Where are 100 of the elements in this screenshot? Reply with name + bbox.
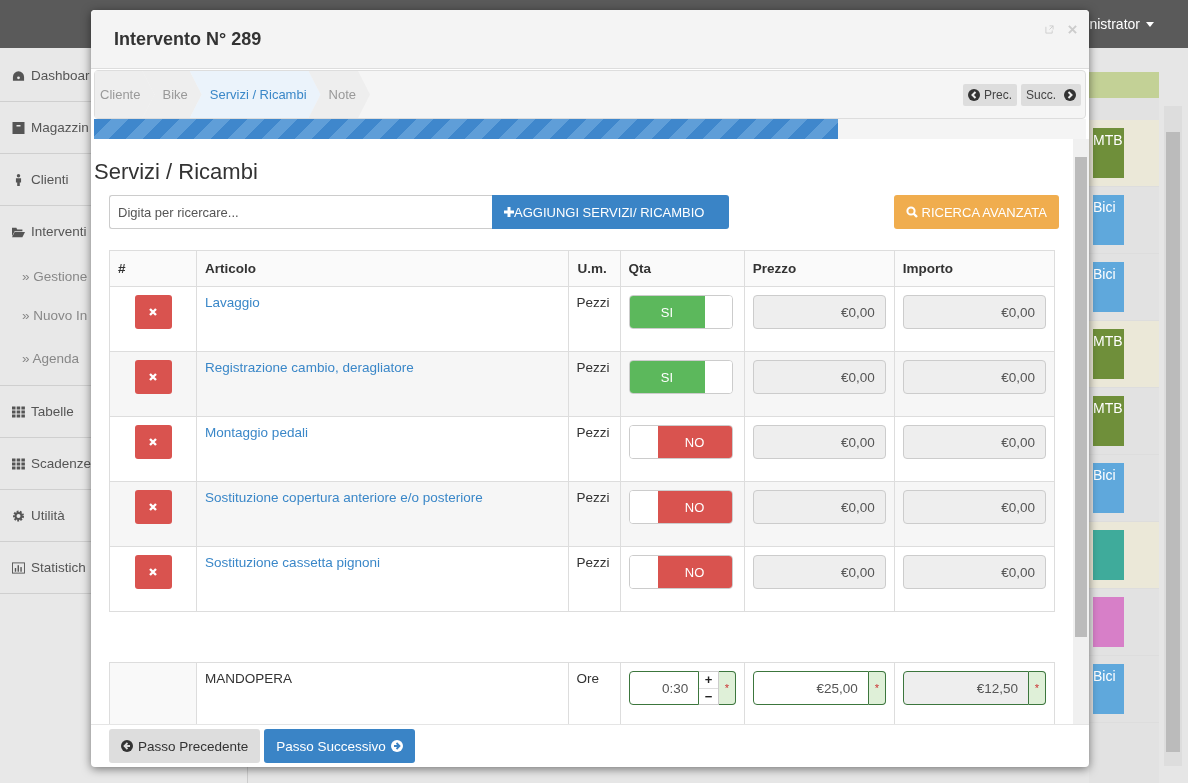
- price-field: €0,00: [752, 295, 886, 329]
- arrow-right-icon: [1064, 88, 1076, 101]
- scrollbar[interactable]: [1164, 106, 1182, 766]
- unit-text: Pezzi: [576, 360, 610, 375]
- price-field[interactable]: €25,00: [752, 671, 869, 705]
- category-tag: Bici: [1093, 463, 1124, 513]
- unit-text: Pezzi: [576, 425, 610, 440]
- sidebar-item[interactable]: Magazzin: [31, 120, 89, 135]
- previous-button[interactable]: Prec.: [962, 83, 1017, 106]
- sidebar-item[interactable]: Scadenze: [31, 456, 92, 471]
- list-row[interactable]: MTB: [1089, 120, 1159, 187]
- category-tag: MTB: [1093, 128, 1124, 178]
- arrow-left-icon: [121, 740, 133, 752]
- dashboard-icon: [12, 69, 25, 82]
- required-mark: *: [1029, 671, 1046, 705]
- price-field: €0,00: [752, 490, 886, 524]
- list-row[interactable]: Bici: [1089, 656, 1159, 723]
- amount-field: €0,00: [902, 490, 1046, 524]
- article-link[interactable]: Sostituzione copertura anteriore e/o posteriore: [205, 490, 483, 505]
- list-row[interactable]: Bici: [1089, 187, 1159, 254]
- delete-button[interactable]: [134, 360, 172, 394]
- sidebar-item[interactable]: Clienti: [31, 172, 69, 187]
- search-field[interactable]: Digita per ricercare...: [109, 195, 492, 229]
- toggle-switch[interactable]: SI: [628, 360, 733, 394]
- next-step-button[interactable]: Passo Successivo: [264, 729, 415, 763]
- unit-text: Pezzi: [576, 555, 610, 570]
- sidebar-item[interactable]: » Agenda: [22, 350, 80, 366]
- amount-field: €0,00: [902, 425, 1046, 459]
- external-link-icon[interactable]: [1045, 24, 1054, 34]
- close-icon[interactable]: [1068, 24, 1077, 34]
- toggle-switch[interactable]: NO: [628, 425, 733, 459]
- toggle-switch[interactable]: SI: [628, 295, 733, 329]
- delete-button[interactable]: [134, 490, 172, 524]
- category-tag: MTB: [1093, 396, 1124, 446]
- sidebar-item[interactable]: Statistich: [31, 560, 86, 575]
- list-row[interactable]: [1089, 522, 1159, 589]
- amount-field: €0,00: [902, 555, 1046, 589]
- column-header: Importo: [894, 250, 1055, 287]
- article-link[interactable]: Registrazione cambio, deragliatore: [205, 360, 414, 375]
- grid-icon: [12, 457, 25, 470]
- list-row[interactable]: Bici: [1089, 455, 1159, 522]
- dialog-title: Intervento N° 289: [114, 28, 263, 50]
- header-strip: [1089, 72, 1159, 98]
- amount-field: €12,50: [902, 671, 1029, 705]
- sidebar-item[interactable]: » Nuovo In: [22, 308, 88, 323]
- sidebar-item[interactable]: Dashboar: [31, 68, 90, 83]
- sidebar-item[interactable]: » Gestione: [22, 269, 88, 284]
- add-button[interactable]: AGGIUNGI SERVIZI/ RICAMBIO: [492, 195, 729, 229]
- plus-icon: [504, 207, 514, 217]
- close-icon: [148, 567, 159, 577]
- next-button[interactable]: Succ.: [1021, 83, 1081, 106]
- toggle-switch[interactable]: NO: [628, 555, 733, 589]
- price-field: €0,00: [752, 555, 886, 589]
- article-link[interactable]: Lavaggio: [205, 295, 260, 310]
- user-menu[interactable]: nistrator: [1089, 16, 1154, 32]
- grid-icon: [12, 405, 25, 418]
- list-row[interactable]: MTB: [1089, 321, 1159, 388]
- close-icon: [148, 372, 159, 382]
- amount-field: €0,00: [902, 360, 1046, 394]
- category-tag: Bici: [1093, 195, 1124, 245]
- price-field: €0,00: [752, 360, 886, 394]
- wizard-step[interactable]: Cliente: [95, 71, 155, 118]
- wizard-step[interactable]: Servizi / Ricambi: [189, 71, 321, 118]
- back-button[interactable]: Passo Precedente: [109, 729, 261, 763]
- amount-field: €0,00: [902, 295, 1046, 329]
- price-field: €0,00: [752, 425, 886, 459]
- caret-icon: [1146, 21, 1154, 27]
- scrollbar[interactable]: [1073, 139, 1089, 724]
- delete-button[interactable]: [134, 425, 172, 459]
- column-header: U.m.: [568, 250, 620, 287]
- sidebar-item[interactable]: Tabelle: [31, 404, 74, 419]
- category-tag: Bici: [1093, 664, 1124, 714]
- sidebar-item[interactable]: Interventi: [31, 224, 87, 239]
- list-row[interactable]: Bici: [1089, 254, 1159, 321]
- section-heading: Servizi / Ricambi: [94, 159, 259, 185]
- article-link[interactable]: Montaggio pedali: [205, 425, 308, 440]
- category-tag: MTB: [1093, 329, 1124, 379]
- unit-text: Pezzi: [576, 295, 610, 310]
- chart-icon: [12, 561, 25, 574]
- delete-button[interactable]: [134, 295, 172, 329]
- toggle-switch[interactable]: NO: [628, 490, 733, 524]
- close-icon: [148, 437, 159, 447]
- search-icon: [905, 206, 918, 218]
- delete-button[interactable]: [134, 555, 172, 589]
- column-header: #: [109, 250, 197, 287]
- settings-icon: [12, 509, 25, 522]
- close-icon: [148, 502, 159, 512]
- article-link[interactable]: Sostituzione cassetta pignoni: [205, 555, 380, 570]
- arrow-right-icon: [390, 740, 403, 752]
- wizard-step[interactable]: Note: [308, 71, 371, 118]
- sidebar-item[interactable]: Utilità: [31, 508, 65, 523]
- close-icon: [148, 307, 159, 317]
- column-header: Prezzo: [744, 250, 895, 287]
- category-tag: Bici: [1093, 262, 1124, 312]
- folder-icon: [12, 225, 25, 238]
- unit-text: Ore: [576, 671, 599, 686]
- column-header: Articolo: [196, 250, 569, 287]
- quantity-field[interactable]: 0:30: [628, 671, 700, 705]
- labor-label: MANDOPERA: [205, 671, 293, 686]
- list-row[interactable]: MTB: [1089, 388, 1159, 455]
